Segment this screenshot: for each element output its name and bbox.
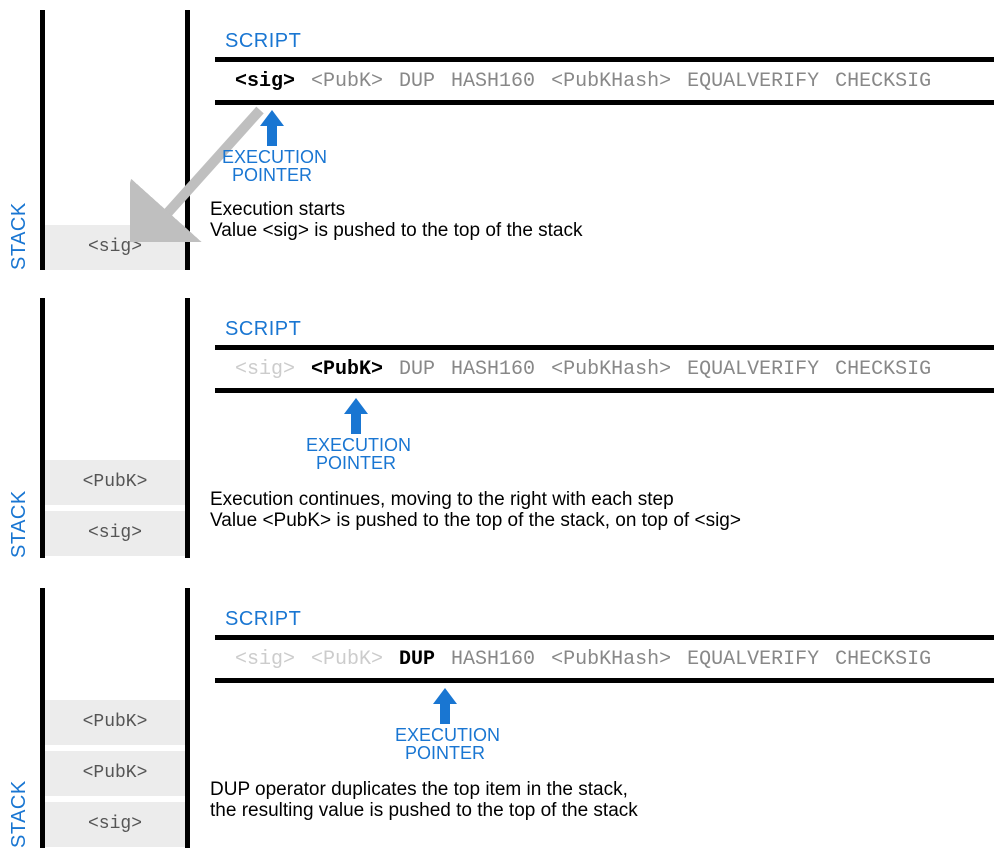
step-desc: Execution continues, moving to the right… xyxy=(210,490,741,531)
tok-sig: <sig> xyxy=(235,648,295,671)
pointer-label: EXECUTIONPOINTER xyxy=(222,147,327,185)
tok-hash160: HASH160 xyxy=(451,648,535,671)
script-label: SCRIPT xyxy=(225,30,301,53)
stack-item: <PubK> xyxy=(45,751,185,796)
tok-dup: DUP xyxy=(399,358,435,381)
tok-checksig: CHECKSIG xyxy=(835,648,931,671)
stack-item: <PubK> xyxy=(45,460,185,505)
tok-pubkhash: <PubKHash> xyxy=(551,70,671,93)
tok-pubk: <PubK> xyxy=(311,70,383,93)
tok-equalverify: EQUALVERIFY xyxy=(687,70,819,93)
tok-checksig: CHECKSIG xyxy=(835,358,931,381)
arrow-up-icon xyxy=(433,688,457,724)
step-desc: DUP operator duplicates the top item in … xyxy=(210,780,638,821)
stack-label: STACK xyxy=(8,780,31,848)
stack-item: <PubK> xyxy=(45,700,185,745)
tok-hash160: HASH160 xyxy=(451,70,535,93)
script-band: <sig> <PubK> DUP HASH160 <PubKHash> EQUA… xyxy=(215,635,994,683)
execution-pointer: EXECUTIONPOINTER xyxy=(222,110,322,184)
stack-item: <sig> xyxy=(45,511,185,556)
pointer-label: EXECUTIONPOINTER xyxy=(306,435,411,473)
arrow-up-icon xyxy=(344,398,368,434)
stack-box: <PubK> <PubK> <sig> xyxy=(40,588,190,848)
tok-equalverify: EQUALVERIFY xyxy=(687,358,819,381)
stack-label: STACK xyxy=(8,202,31,270)
stack-box: <PubK> <sig> xyxy=(40,298,190,558)
tok-sig: <sig> xyxy=(235,70,295,93)
tok-pubk: <PubK> xyxy=(311,358,383,381)
script-band: <sig> <PubK> DUP HASH160 <PubKHash> EQUA… xyxy=(215,57,994,105)
tok-sig: <sig> xyxy=(235,358,295,381)
execution-pointer: EXECUTIONPOINTER xyxy=(306,398,406,472)
stack-item: <sig> xyxy=(45,802,185,847)
script-band: <sig> <PubK> DUP HASH160 <PubKHash> EQUA… xyxy=(215,345,994,393)
tok-pubkhash: <PubKHash> xyxy=(551,358,671,381)
script-label: SCRIPT xyxy=(225,608,301,631)
stack-label: STACK xyxy=(8,490,31,558)
script-label: SCRIPT xyxy=(225,318,301,341)
tok-pubk: <PubK> xyxy=(311,648,383,671)
tok-dup: DUP xyxy=(399,648,435,671)
tok-pubkhash: <PubKHash> xyxy=(551,648,671,671)
tok-equalverify: EQUALVERIFY xyxy=(687,648,819,671)
arrow-up-icon xyxy=(260,110,284,146)
step-desc: Execution starts Value <sig> is pushed t… xyxy=(210,200,583,241)
tok-checksig: CHECKSIG xyxy=(835,70,931,93)
tok-dup: DUP xyxy=(399,70,435,93)
execution-pointer: EXECUTIONPOINTER xyxy=(395,688,495,762)
pointer-label: EXECUTIONPOINTER xyxy=(395,725,500,763)
tok-hash160: HASH160 xyxy=(451,358,535,381)
